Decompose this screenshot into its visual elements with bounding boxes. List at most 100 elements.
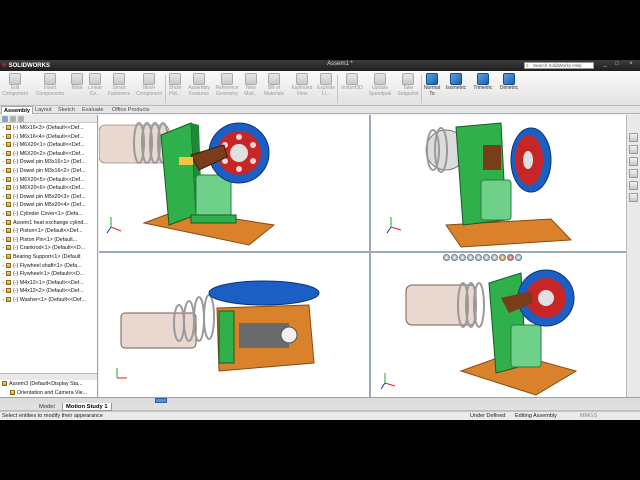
explode-line-sketch-button[interactable]: Explode Li... — [316, 73, 336, 105]
solidworks-logo[interactable]: ⟡ SOLIDWORKS — [2, 61, 50, 70]
part-icon — [6, 296, 11, 302]
viewport-splitter-vertical[interactable] — [369, 115, 371, 397]
tree-item[interactable]: + (-) M6X20<1> (Default<<Def... — [0, 141, 97, 150]
tree-item[interactable]: + (-) Flywheel<1> (Default<<D... — [0, 270, 97, 279]
tree-item-label: (-) Dowel pin M5x20<3> (Def... — [13, 193, 86, 200]
instant3d-button[interactable]: Instant3D — [338, 73, 366, 105]
tree-item[interactable]: + (-) M6x16<4> (Default<<Def... — [0, 133, 97, 142]
previous-view-icon[interactable] — [459, 254, 466, 261]
update-speedpak-button[interactable]: Update Speedpak — [366, 73, 394, 105]
solidworks-resources-icon[interactable] — [629, 133, 638, 142]
tab-assembly[interactable]: Assembly — [1, 106, 33, 114]
tree-item[interactable]: + (-) Dowel pin M5x20<4> (Def... — [0, 201, 97, 210]
tree-item[interactable]: + (-) Crankrod<1> (Default<<D... — [0, 244, 97, 253]
tree-item[interactable]: + (-) M4x12<2> (Default<<Def... — [0, 287, 97, 296]
feature-tree-tab-icon[interactable] — [2, 116, 8, 122]
tree-item[interactable]: + (-) Cylinder Cover<1> (Defa... — [0, 210, 97, 219]
edit-appearance-icon[interactable] — [499, 254, 506, 261]
panel-splitter[interactable] — [0, 373, 97, 380]
view-orientation-icon[interactable] — [475, 254, 482, 261]
viewport-bottom-right[interactable] — [371, 253, 626, 397]
minimize-button[interactable]: _ — [600, 61, 610, 67]
tree-item[interactable]: + (-) M6X20<5> (Default<<Def... — [0, 176, 97, 185]
view-palette-icon[interactable] — [629, 169, 638, 178]
tree-item[interactable]: + (-) M6x16<3> (Default<<Def... — [0, 124, 97, 133]
insert-components-button[interactable]: Insert Components — [33, 73, 67, 105]
bill-of-materials-button[interactable]: Bill of Materials — [261, 73, 287, 105]
tree-item-label: Assem1 heat exchange cylind... — [13, 219, 88, 226]
part-icon — [6, 133, 11, 139]
tab-office-products[interactable]: Office Products — [110, 106, 152, 114]
view-settings-icon[interactable] — [515, 254, 522, 261]
trimetric-button[interactable]: Trimetric — [470, 73, 496, 105]
viewport-top-right[interactable] — [371, 115, 626, 251]
tab-evaluate[interactable]: Evaluate — [80, 106, 105, 114]
display-style-icon[interactable] — [483, 254, 490, 261]
tree-item[interactable]: + Assem1 heat exchange cylind... — [0, 219, 97, 228]
tree-item[interactable]: + (-) Dowel pin M3x16<2> (Def... — [0, 167, 97, 176]
viewport-splitter-horizontal[interactable] — [99, 251, 626, 253]
tree-item[interactable]: + (-) Piston Pin<1> (Default... — [0, 236, 97, 245]
tab-layout[interactable]: Layout — [33, 106, 54, 114]
normal-to-icon — [426, 73, 438, 85]
smart-fasteners-button[interactable]: Smart Fasteners — [105, 73, 133, 105]
appearances-icon[interactable] — [629, 181, 638, 190]
tree-item[interactable]: + (-) Dowel pin M3x16<1> (Def... — [0, 158, 97, 167]
section-view-icon[interactable] — [467, 254, 474, 261]
tree-item[interactable]: + (-) Flywheel shaft<1> (Defa... — [0, 262, 97, 271]
exploded-view-button[interactable]: Exploded View — [288, 73, 316, 105]
part-icon — [6, 288, 11, 294]
zoom-to-fit-icon[interactable] — [443, 254, 450, 261]
move-component-button[interactable]: Move Component — [134, 73, 164, 105]
design-library-icon[interactable] — [629, 145, 638, 154]
tree-item-label: (-) M6x16<3> (Default<<Def... — [13, 125, 84, 131]
mate-button[interactable]: Mate — [69, 73, 85, 105]
motion-tree-item[interactable]: Assem3 (Default<Display Sta... — [0, 380, 97, 389]
edit-component-button[interactable]: Edit Component — [2, 73, 28, 105]
property-manager-tab-icon[interactable] — [10, 116, 16, 122]
tree-item[interactable]: + (-) Washer<1> (Default<<Def... — [0, 296, 97, 305]
file-explorer-icon[interactable] — [629, 157, 638, 166]
triad-axis-icon — [386, 217, 402, 234]
reference-geometry-button[interactable]: Reference Geometry — [213, 73, 241, 105]
tree-item[interactable]: + (-) Piston<1> (Default<<Def... — [0, 227, 97, 236]
zoom-to-area-icon[interactable] — [451, 254, 458, 261]
task-pane — [626, 115, 640, 397]
isometric-button[interactable]: Isometric — [443, 73, 469, 105]
help-search-input[interactable]: ⌕ Search SolidWorks Help — [524, 62, 594, 69]
tree-item-label: (-) M6X20<5> (Default<<Def... — [13, 176, 85, 183]
tab-motion-study-1[interactable]: Motion Study 1 — [62, 403, 112, 411]
part-icon — [6, 228, 11, 234]
explode-line-sketch-icon — [320, 73, 332, 85]
viewport-top-left[interactable] — [99, 115, 369, 251]
configuration-tab-icon[interactable] — [18, 116, 24, 122]
exploded-view-icon — [296, 73, 308, 85]
definition-status: Under Defined — [470, 413, 506, 419]
tree-item[interactable]: + (-) M6X20<6> (Default<<Def... — [0, 184, 97, 193]
update-speedpak-icon — [374, 73, 386, 85]
part-icon — [6, 254, 11, 259]
motion-tree-item[interactable]: Orientation and Camera Vie... — [0, 389, 97, 397]
apply-scene-icon[interactable] — [507, 254, 514, 261]
show-hidden-button[interactable]: Show Hid... — [166, 73, 184, 105]
normal-to-button[interactable]: Normal To — [422, 73, 442, 105]
close-button[interactable]: × — [626, 61, 636, 67]
viewport-bottom-left[interactable] — [99, 253, 369, 397]
units-status[interactable]: MMGS — [580, 412, 597, 420]
take-snapshot-button[interactable]: Take Snapshot — [395, 73, 421, 105]
tree-item[interactable]: + (-) M6X20<2> (Default<<Def... — [0, 150, 97, 159]
maximize-button[interactable]: □ — [612, 61, 622, 67]
hide-show-items-icon[interactable] — [491, 254, 498, 261]
new-motion-study-button[interactable]: New Moti... — [242, 73, 260, 105]
assembly-features-button[interactable]: Assembly Features — [185, 73, 213, 105]
dimetric-button[interactable]: Dimetric — [497, 73, 521, 105]
part-icon — [6, 211, 11, 217]
model-isometric-view — [380, 269, 578, 396]
tree-item[interactable]: + (-) Dowel pin M5x20<3> (Def... — [0, 193, 97, 202]
custom-properties-icon[interactable] — [629, 193, 638, 202]
tree-item[interactable]: + (-) M4x12<1> (Default<<Def... — [0, 279, 97, 288]
tab-model[interactable]: Model — [36, 403, 58, 411]
linear-pattern-button[interactable]: Linear Co... — [86, 73, 104, 105]
tab-sketch[interactable]: Sketch — [56, 106, 77, 114]
tree-item[interactable]: + Bearing Support<1> (Default — [0, 253, 97, 262]
